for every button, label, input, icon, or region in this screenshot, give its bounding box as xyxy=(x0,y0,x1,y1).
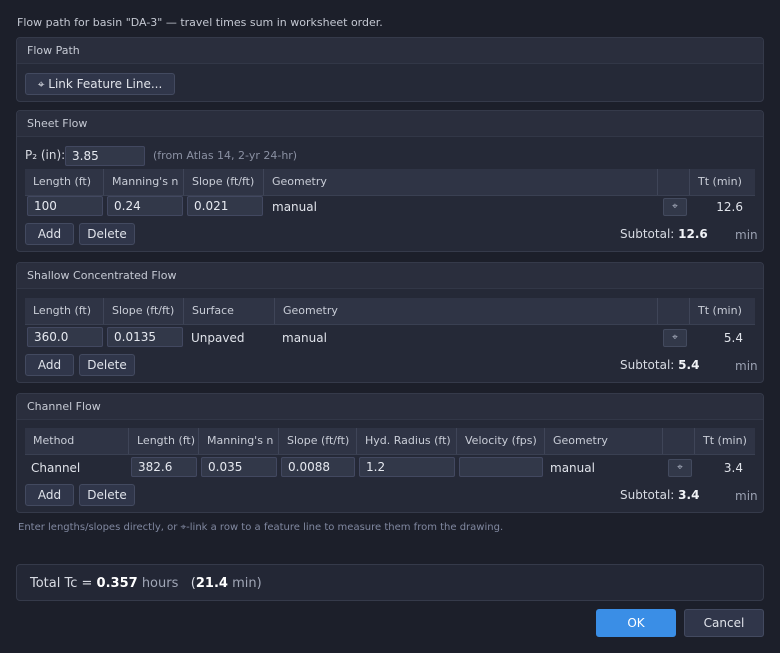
sheet-slope-input[interactable]: 0.021 xyxy=(187,196,263,216)
col-geometry: Geometry xyxy=(275,298,658,324)
col-surface: Surface xyxy=(184,298,275,324)
channel-add-button[interactable]: Add xyxy=(25,484,74,506)
ok-button[interactable]: OK xyxy=(596,609,676,637)
shallow-subtotal: Subtotal: 5.4 xyxy=(620,358,699,372)
sheet-link-button[interactable]: ⌖ xyxy=(663,198,687,216)
total-tc: Total Tc = 0.357 hours (21.4 min) xyxy=(30,576,262,591)
intro-text: Flow path for basin "DA-3" — travel time… xyxy=(17,16,383,29)
shallow-flow-table-header: Length (ft) Slope (ft/ft) Surface Geomet… xyxy=(25,298,755,324)
crosshair-link-icon: ⌖ xyxy=(672,332,678,343)
channel-slope-input[interactable]: 0.0088 xyxy=(281,457,355,477)
subtotal-label: Subtotal: xyxy=(620,488,675,502)
shallow-flow-title: Shallow Concentrated Flow xyxy=(17,263,763,289)
sheet-flow-title: Sheet Flow xyxy=(17,111,763,137)
subtotal-value: 5.4 xyxy=(678,358,700,372)
col-slope: Slope (ft/ft) xyxy=(104,298,184,324)
col-method: Method xyxy=(25,428,129,454)
total-label: Total Tc = xyxy=(30,576,93,591)
col-link xyxy=(663,428,695,454)
channel-method[interactable]: Channel xyxy=(31,461,80,475)
channel-radius-input[interactable]: 1.2 xyxy=(359,457,455,477)
sheet-subtotal-unit: min xyxy=(735,228,758,242)
channel-flow-table-header: Method Length (ft) Manning's n Slope (ft… xyxy=(25,428,755,454)
sheet-n-input[interactable]: 0.24 xyxy=(107,196,183,216)
row-divider xyxy=(25,454,755,455)
channel-length-input[interactable]: 382.6 xyxy=(131,457,197,477)
total-tc-box: Total Tc = 0.357 hours (21.4 min) xyxy=(16,564,764,601)
sheet-flow-panel: Sheet Flow P₂ (in): 3.85 (from Atlas 14,… xyxy=(16,110,764,252)
sheet-length-input[interactable]: 100 xyxy=(27,196,103,216)
col-slope: Slope (ft/ft) xyxy=(184,169,264,195)
col-velocity: Velocity (fps) xyxy=(457,428,545,454)
cancel-button[interactable]: Cancel xyxy=(684,609,764,637)
channel-link-button[interactable]: ⌖ xyxy=(668,459,692,477)
subtotal-value: 3.4 xyxy=(678,488,700,502)
sheet-delete-button[interactable]: Delete xyxy=(79,223,135,245)
col-geometry: Geometry xyxy=(264,169,658,195)
channel-flow-panel: Channel Flow Method Length (ft) Manning'… xyxy=(16,393,764,513)
hint-text: Enter lengths/slopes directly, or ⌖-link… xyxy=(18,522,504,533)
col-length: Length (ft) xyxy=(25,298,104,324)
total-min-unit: min) xyxy=(232,576,262,591)
total-hours-unit: hours xyxy=(141,576,179,591)
p2-note: (from Atlas 14, 2-yr 24-hr) xyxy=(153,149,298,162)
shallow-flow-panel: Shallow Concentrated Flow Length (ft) Sl… xyxy=(16,262,764,383)
sheet-tt-value: 12.6 xyxy=(716,200,743,214)
link-feature-line-button[interactable]: ⌖ Link Feature Line... xyxy=(25,73,175,95)
col-slope: Slope (ft/ft) xyxy=(279,428,357,454)
subtotal-label: Subtotal: xyxy=(620,358,675,372)
channel-velocity-input[interactable] xyxy=(459,457,543,477)
shallow-add-button[interactable]: Add xyxy=(25,354,74,376)
col-length: Length (ft) xyxy=(25,169,104,195)
shallow-length-input[interactable]: 360.0 xyxy=(27,327,103,347)
p2-label: P₂ (in): xyxy=(25,148,66,162)
channel-delete-button[interactable]: Delete xyxy=(79,484,135,506)
subtotal-label: Subtotal: xyxy=(620,227,675,241)
row-divider xyxy=(25,324,755,325)
col-hyd-radius: Hyd. Radius (ft) xyxy=(357,428,457,454)
col-geometry: Geometry xyxy=(545,428,663,454)
flow-path-title: Flow Path xyxy=(17,38,763,64)
crosshair-link-icon: ⌖ xyxy=(672,201,678,212)
shallow-geometry: manual xyxy=(282,331,327,345)
channel-n-input[interactable]: 0.035 xyxy=(201,457,277,477)
channel-geometry: manual xyxy=(550,461,595,475)
col-length: Length (ft) xyxy=(129,428,199,454)
col-link xyxy=(658,298,690,324)
sheet-flow-table-header: Length (ft) Manning's n Slope (ft/ft) Ge… xyxy=(25,169,755,195)
total-hours-value: 0.357 xyxy=(96,576,138,591)
col-tt: Tt (min) xyxy=(703,434,747,447)
shallow-delete-button[interactable]: Delete xyxy=(79,354,135,376)
p2-input[interactable]: 3.85 xyxy=(65,146,145,166)
subtotal-value: 12.6 xyxy=(678,227,708,241)
sheet-subtotal: Subtotal: 12.6 xyxy=(620,227,708,241)
shallow-slope-input[interactable]: 0.0135 xyxy=(107,327,183,347)
col-mannings-n: Manning's n xyxy=(199,428,279,454)
col-tt: Tt (min) xyxy=(698,175,742,188)
sheet-add-button[interactable]: Add xyxy=(25,223,74,245)
shallow-tt-value: 5.4 xyxy=(723,331,743,345)
channel-subtotal: Subtotal: 3.4 xyxy=(620,488,699,502)
shallow-link-button[interactable]: ⌖ xyxy=(663,329,687,347)
shallow-subtotal-unit: min xyxy=(735,359,758,373)
channel-flow-title: Channel Flow xyxy=(17,394,763,420)
shallow-surface[interactable]: Unpaved xyxy=(191,331,244,345)
flow-path-panel: Flow Path ⌖ Link Feature Line... xyxy=(16,37,764,102)
col-tt: Tt (min) xyxy=(698,304,742,317)
col-link xyxy=(658,169,690,195)
crosshair-link-icon: ⌖ xyxy=(677,462,683,473)
channel-tt-value: 3.4 xyxy=(723,461,743,475)
sheet-geometry: manual xyxy=(272,200,317,214)
channel-subtotal-unit: min xyxy=(735,489,758,503)
col-mannings-n: Manning's n xyxy=(104,169,184,195)
total-min-value: 21.4 xyxy=(195,576,228,591)
